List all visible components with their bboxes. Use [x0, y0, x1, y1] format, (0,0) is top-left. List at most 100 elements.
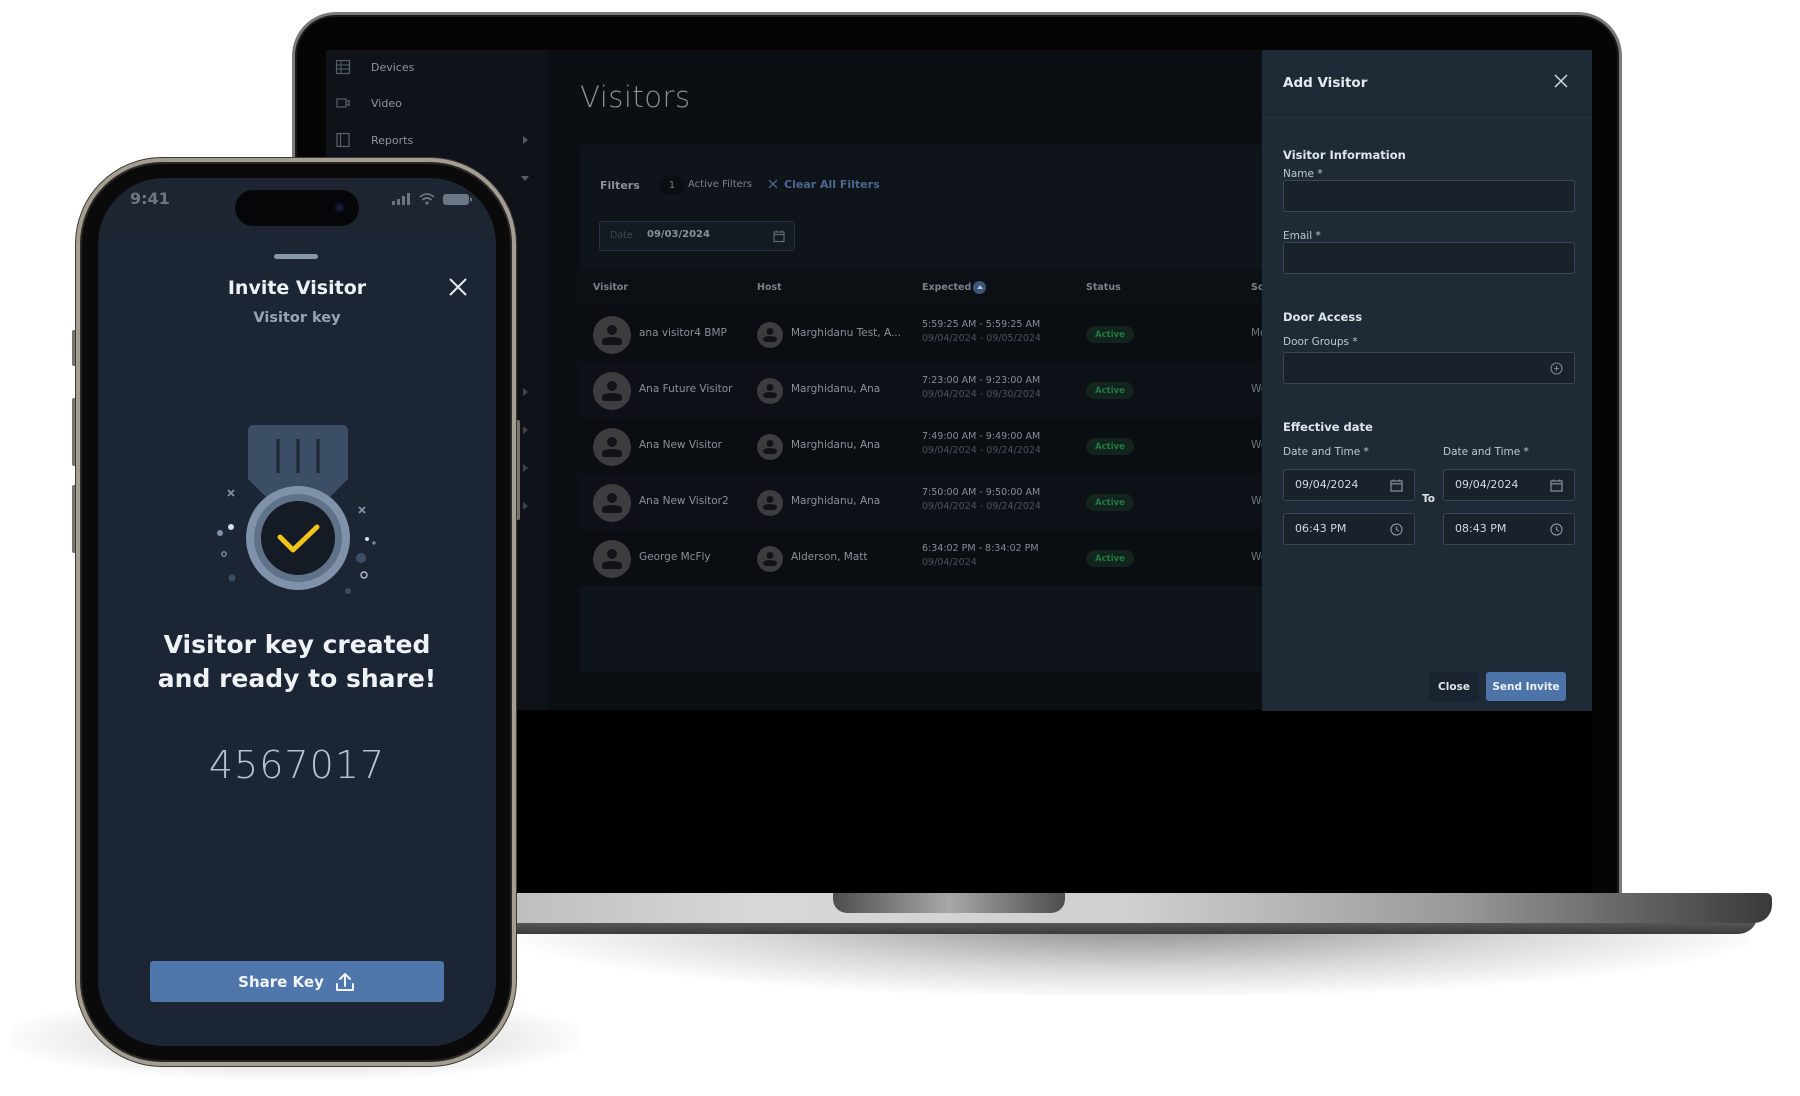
visitor-name: Ana Future Visitor	[639, 383, 733, 395]
signal-icon	[392, 193, 410, 205]
visitors-card: Filters 1 Active Filters Clear All Filte…	[580, 145, 1267, 672]
expected-date: 09/04/2024 - 09/05/2024	[922, 333, 1041, 344]
close-button[interactable]: Close	[1429, 672, 1479, 701]
person-icon	[766, 440, 774, 447]
end-date-field[interactable]: 09/04/2024	[1443, 469, 1575, 501]
chevron-down-icon[interactable]	[521, 176, 529, 181]
date-filter-value: 09/03/2024	[647, 229, 710, 240]
send-invite-button[interactable]: Send Invite	[1486, 672, 1566, 701]
column-header-status[interactable]: Status	[1086, 282, 1121, 293]
expected-date: 09/04/2024 - 09/24/2024	[922, 501, 1041, 512]
calendar-icon[interactable]	[772, 229, 786, 243]
visitor-avatar	[593, 540, 631, 578]
sidebar-item-label: Video	[371, 96, 402, 110]
share-key-label: Share Key	[238, 972, 324, 991]
dynamic-island	[235, 190, 359, 226]
host-name: Marghidanu, Ana	[791, 383, 881, 395]
sidebar-item-label: Devices	[371, 60, 415, 74]
add-circle-icon[interactable]	[1549, 361, 1564, 376]
person-icon-body	[602, 505, 622, 513]
visitor-key-code: 4567017	[208, 743, 386, 787]
battery-icon	[443, 194, 472, 205]
person-icon-body	[763, 504, 777, 510]
sidebar-item-video[interactable]: Video	[326, 88, 548, 118]
table-header: Visitor Host Expected Status So	[580, 270, 1264, 306]
person-icon	[607, 437, 617, 447]
expected-time: 7:50:00 AM - 9:50:00 AM	[922, 487, 1041, 498]
visitor-name: Ana New Visitor	[639, 439, 722, 451]
visitor-avatar	[593, 484, 631, 522]
close-icon[interactable]	[447, 276, 469, 298]
reports-icon	[336, 132, 350, 148]
phone-screen: 9:41 Invite Visitor Visitor key Visitor …	[98, 178, 496, 1046]
success-message: Visitor key created and ready to share!	[98, 628, 496, 696]
start-date-value: 09/04/2024	[1295, 478, 1359, 491]
sheet-grabber[interactable]	[274, 254, 318, 259]
column-header-host[interactable]: Host	[757, 282, 782, 293]
sheet-subtitle: Visitor key	[253, 310, 341, 326]
success-message-line1: Visitor key created	[163, 630, 431, 659]
expected-date: 09/04/2024 - 09/24/2024	[922, 445, 1041, 456]
email-field[interactable]	[1283, 242, 1575, 274]
laptop-shadow	[520, 925, 1750, 995]
name-field[interactable]	[1283, 180, 1575, 212]
success-message-line2: and ready to share!	[157, 664, 437, 693]
host-name: Marghidanu, Ana	[791, 439, 881, 451]
host-avatar	[757, 434, 783, 460]
start-time-field[interactable]: 06:43 PM	[1283, 513, 1415, 545]
active-filters-label: Active Filters	[688, 179, 753, 190]
start-date-field[interactable]: 09/04/2024	[1283, 469, 1415, 501]
close-icon[interactable]	[1552, 72, 1570, 90]
door-groups-field[interactable]	[1283, 352, 1575, 384]
close-icon[interactable]	[766, 177, 780, 191]
person-icon-body	[763, 560, 777, 566]
status-badge: Active	[1086, 438, 1134, 455]
table-row[interactable]: ana visitor4 BMP Marghidanu Test, A... 5:5…	[580, 306, 1266, 362]
name-label: Name *	[1283, 168, 1323, 180]
host-avatar	[757, 322, 783, 348]
table-row[interactable]: Ana Future Visitor Marghidanu, Ana 7:23:00…	[580, 362, 1267, 418]
medal-check-icon	[217, 425, 376, 594]
chevron-right-icon[interactable]	[523, 388, 528, 396]
chevron-right-icon[interactable]	[523, 426, 528, 434]
chevron-right-icon[interactable]	[523, 464, 528, 472]
visitor-avatar	[593, 316, 631, 354]
sort-ascending-icon[interactable]	[973, 281, 986, 294]
devices-icon	[335, 59, 351, 75]
column-header-visitor[interactable]: Visitor	[593, 282, 628, 293]
door-groups-label: Door Groups *	[1283, 336, 1358, 348]
visitor-avatar	[593, 372, 631, 410]
sheet-title: Invite Visitor	[227, 277, 367, 299]
status-badge: Active	[1086, 382, 1134, 399]
table-row[interactable]: Ana New Visitor2 Marghidanu, Ana 7:50:00 A…	[580, 474, 1267, 530]
door-access-heading: Door Access	[1283, 310, 1363, 324]
clock-icon[interactable]	[1549, 522, 1564, 537]
host-name: Alderson, Matt	[791, 551, 868, 563]
filters-label: Filters	[600, 179, 640, 192]
status-badge: Active	[1086, 550, 1134, 567]
person-icon-body	[763, 448, 777, 454]
share-key-button[interactable]: Share Key	[150, 961, 444, 1002]
chevron-right-icon[interactable]	[523, 502, 528, 510]
calendar-icon[interactable]	[1389, 478, 1404, 493]
person-icon	[607, 493, 617, 503]
host-name: Marghidanu Test, A...	[791, 327, 901, 339]
column-header-expected[interactable]: Expected	[922, 282, 971, 293]
calendar-icon[interactable]	[1549, 478, 1564, 493]
table-row[interactable]: George McFly Alderson, Matt 6:34:02 PM - 8…	[580, 530, 1267, 586]
person-icon-body	[763, 392, 777, 398]
status-bar-time: 9:41	[130, 189, 170, 208]
add-visitor-panel: Add Visitor Visitor Information Name * E…	[1262, 50, 1592, 711]
end-time-field[interactable]: 08:43 PM	[1443, 513, 1575, 545]
clock-icon[interactable]	[1389, 522, 1404, 537]
panel-title: Add Visitor	[1283, 75, 1368, 91]
table-row[interactable]: Ana New Visitor Marghidanu, Ana 7:49:00 AM…	[580, 418, 1267, 474]
clear-all-filters-link[interactable]: Clear All Filters	[784, 178, 880, 191]
sidebar-item-reports[interactable]: Reports	[326, 125, 548, 155]
person-icon-body	[602, 393, 622, 401]
active-filters-count: 1	[660, 175, 684, 195]
sidebar-item-devices[interactable]: Devices	[326, 52, 548, 82]
host-avatar	[757, 490, 783, 516]
date-filter-input[interactable]: Date 09/03/2024	[599, 221, 795, 251]
page-title: Visitors	[580, 80, 691, 114]
